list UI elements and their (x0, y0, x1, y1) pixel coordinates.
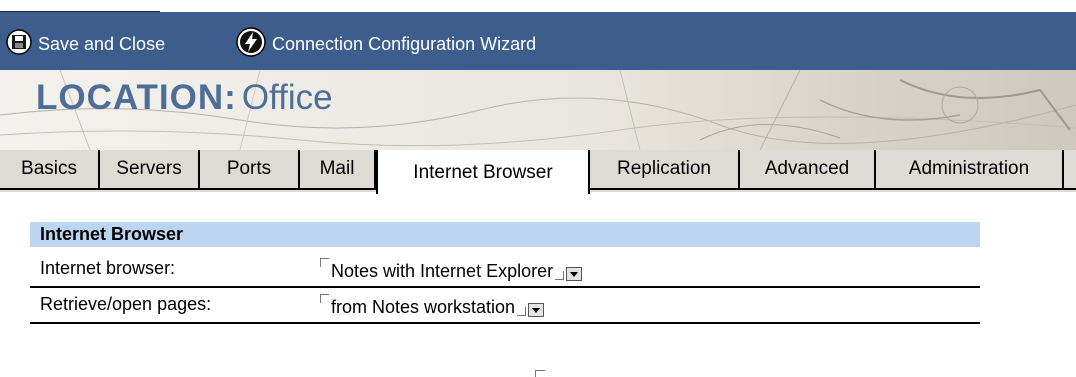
top-blank-strip (0, 0, 1076, 12)
field-row-retrieve-open-pages: Retrieve/open pages: from Notes workstat… (30, 288, 980, 324)
section-title: Internet Browser (40, 224, 184, 244)
page-title-value: Office (241, 78, 333, 117)
tab-mail[interactable]: Mail (300, 150, 376, 188)
tab-ports[interactable]: Ports (200, 150, 300, 188)
tab-servers[interactable]: Servers (100, 150, 200, 188)
field-value: from Notes workstation (331, 297, 516, 317)
field-label: Retrieve/open pages: (40, 294, 212, 314)
location-header: LOCATION: Office (0, 70, 1076, 150)
field-bracket-close (555, 271, 565, 280)
field-label: Internet browser: (40, 258, 176, 278)
lightning-bolt-icon (236, 26, 266, 62)
tab-replication[interactable]: Replication (590, 150, 740, 188)
chevron-down-icon (570, 271, 579, 277)
page-title-key: LOCATION (36, 78, 225, 117)
chevron-down-icon (532, 307, 541, 313)
field-value: Notes with Internet Explorer (331, 261, 554, 281)
floppy-disk-icon (6, 28, 32, 60)
field-row-internet-browser: Internet browser: Notes with Internet Ex… (30, 252, 980, 288)
field-bracket-open (320, 294, 329, 303)
connection-configuration-wizard-label: Connection Configuration Wizard (272, 33, 537, 54)
tab-bar-underline-right (590, 188, 1076, 190)
field-bracket-close (517, 307, 527, 316)
save-and-close-button[interactable]: Save and Close (6, 28, 166, 60)
connection-configuration-wizard-button[interactable]: Connection Configuration Wizard (236, 26, 537, 62)
tab-advanced[interactable]: Advanced (740, 150, 876, 188)
tab-bar-underline-left (0, 188, 376, 190)
tab-bar: Basics Servers Ports Mail Internet Brows… (0, 150, 1076, 194)
tab-basics[interactable]: Basics (0, 150, 100, 188)
page-title-separator: : (224, 78, 236, 117)
dropdown-button[interactable] (528, 303, 545, 317)
retrieve-open-pages-select[interactable]: from Notes workstation (320, 288, 545, 322)
tab-internet-browser[interactable]: Internet Browser (376, 150, 590, 194)
section-header: Internet Browser (30, 222, 980, 247)
field-bracket-open (320, 258, 329, 267)
tab-administration[interactable]: Administration (876, 150, 1064, 188)
action-toolbar: Save and Close Connection Configuration … (0, 12, 1076, 70)
internet-browser-select[interactable]: Notes with Internet Explorer (320, 252, 583, 286)
dropdown-button[interactable] (566, 267, 583, 281)
save-and-close-label: Save and Close (38, 33, 166, 54)
page-title: LOCATION: Office (36, 78, 333, 118)
